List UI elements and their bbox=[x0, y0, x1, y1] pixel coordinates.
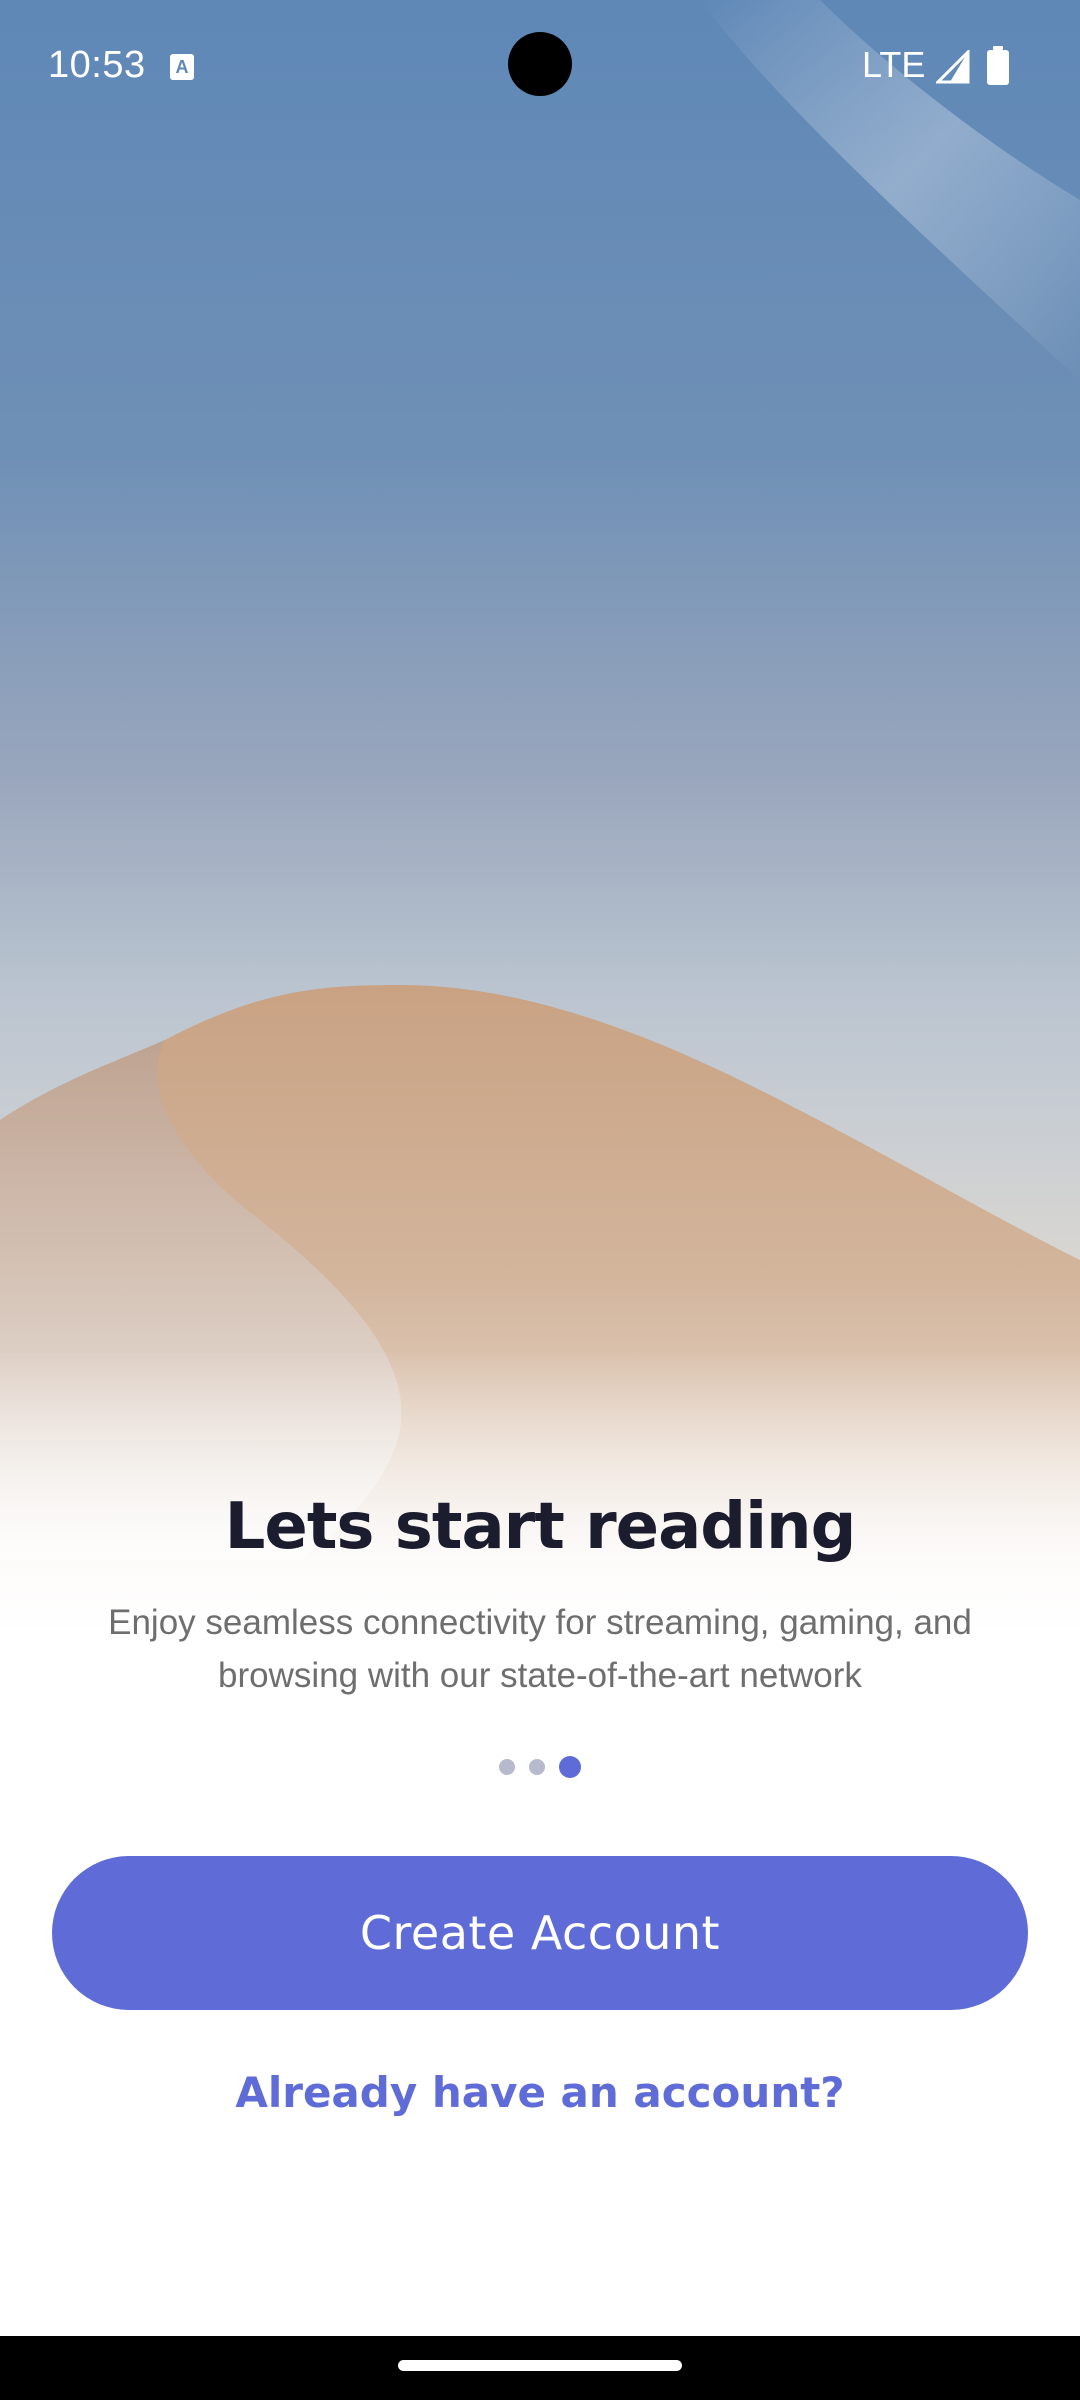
page-dot-1[interactable] bbox=[499, 1759, 515, 1775]
hero-image bbox=[0, 0, 1080, 1635]
status-bar: 10:53 A LTE bbox=[0, 0, 1080, 132]
page-indicator bbox=[0, 1755, 1080, 1779]
navigation-bar bbox=[0, 2336, 1080, 2400]
signal-icon bbox=[936, 50, 970, 84]
front-camera-cutout bbox=[508, 32, 572, 96]
battery-icon bbox=[987, 46, 1009, 85]
already-have-account-link[interactable]: Already have an account? bbox=[0, 2068, 1080, 2117]
onboarding-title: Lets start reading bbox=[224, 1490, 857, 1564]
keyboard-a-icon: A bbox=[170, 54, 194, 80]
status-time: 10:53 bbox=[48, 44, 146, 86]
home-gesture-handle[interactable] bbox=[398, 2360, 682, 2371]
network-type: LTE bbox=[862, 44, 926, 85]
page-dot-2[interactable] bbox=[529, 1759, 545, 1775]
create-account-button[interactable]: Create Account bbox=[52, 1856, 1028, 2010]
page-dot-3-active[interactable] bbox=[559, 1756, 581, 1778]
onboarding-subtitle: Enjoy seamless connectivity for streamin… bbox=[108, 1603, 972, 1695]
